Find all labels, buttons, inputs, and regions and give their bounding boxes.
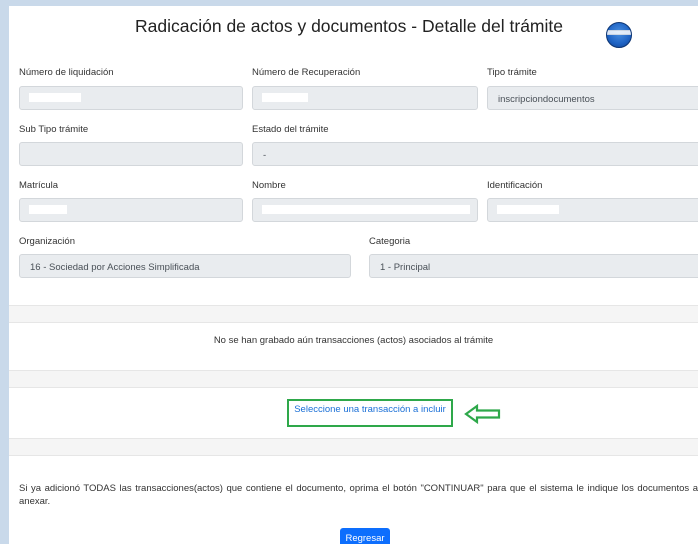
redaction-mark — [262, 205, 470, 214]
footer-note: Si ya adicionó TODAS las transacciones(a… — [19, 483, 698, 507]
label-numero-liquidacion: Número de liquidación — [19, 67, 114, 78]
redaction-mark — [29, 205, 67, 214]
field-categoria: 1 - Principal — [369, 254, 698, 278]
label-numero-recuperacion: Número de Recuperación — [252, 67, 361, 78]
back-button[interactable]: Regresar — [340, 528, 390, 544]
field-sub-tipo-tramite — [19, 142, 243, 166]
label-matricula: Matrícula — [19, 180, 59, 191]
select-transaction-link[interactable]: Seleccione una transacción a incluir — [289, 404, 451, 415]
section-divider — [9, 370, 698, 388]
redaction-mark — [262, 93, 308, 102]
label-identificacion: Identificación — [487, 180, 543, 191]
main-panel: Radicación de actos y documentos - Detal… — [9, 6, 698, 544]
left-arrow-icon — [464, 403, 501, 425]
label-categoria: Categoria — [369, 236, 411, 247]
no-transactions-message: No se han grabado aún transacciones (act… — [213, 335, 494, 346]
field-organizacion: 16 - Sociedad por Acciones Simplificada — [19, 254, 351, 278]
logo-badge-icon — [606, 22, 632, 48]
redaction-mark — [29, 93, 81, 102]
label-nombre: Nombre — [252, 180, 286, 191]
redaction-mark — [497, 205, 559, 214]
label-tipo-tramite: Tipo trámite — [487, 67, 537, 78]
section-divider — [9, 305, 698, 323]
section-divider — [9, 438, 698, 456]
label-estado-tramite: Estado del trámite — [252, 124, 329, 135]
field-tipo-tramite: inscripciondocumentos — [487, 86, 698, 110]
label-sub-tipo-tramite: Sub Tipo trámite — [19, 124, 89, 135]
page-title: Radicación de actos y documentos - Detal… — [135, 16, 563, 36]
label-organizacion: Organización — [19, 236, 75, 247]
field-estado-tramite: - — [252, 142, 698, 166]
